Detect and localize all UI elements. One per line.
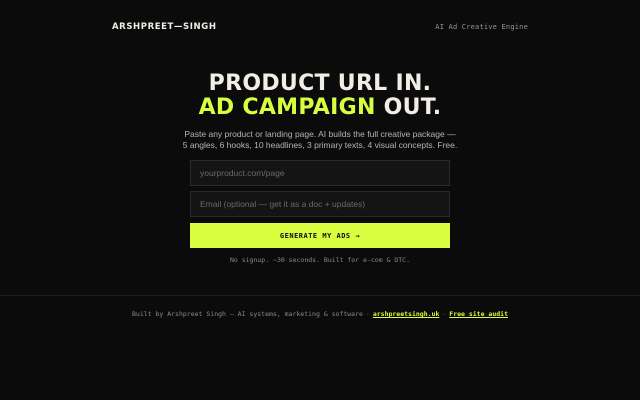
subtitle-line-2: 5 angles, 6 hooks, 10 headlines, 3 prima… bbox=[182, 140, 458, 150]
product-url-input[interactable] bbox=[190, 160, 450, 186]
footer: Built by Arshpreet Singh — AI systems, m… bbox=[0, 310, 640, 318]
footer-separator: · bbox=[365, 310, 370, 318]
headline-line-1: PRODUCT URL IN. bbox=[208, 71, 432, 96]
email-input[interactable] bbox=[190, 191, 450, 217]
form-note: No signup. ~30 seconds. Built for e-com … bbox=[229, 256, 410, 264]
generate-form: GENERATE MY ADS → No signup. ~30 seconds… bbox=[190, 160, 450, 264]
subtitle-line-1: Paste any product or landing page. AI bu… bbox=[184, 129, 456, 139]
hero-section: PRODUCT URL IN. AD CAMPAIGN OUT. Paste a… bbox=[0, 72, 640, 151]
hero-subtitle: Paste any product or landing page. AI bu… bbox=[0, 129, 640, 151]
footer-audit-link[interactable]: Free site audit bbox=[449, 310, 508, 318]
footer-divider bbox=[0, 295, 640, 296]
brand-logo[interactable]: ARSHPREET—SINGH bbox=[112, 22, 217, 32]
footer-site-link[interactable]: arshpreetsingh.uk bbox=[373, 310, 440, 318]
top-bar: ARSHPREET—SINGH AI Ad Creative Engine bbox=[0, 0, 640, 56]
headline-accent: AD CAMPAIGN bbox=[198, 95, 376, 120]
header-tagline: AI Ad Creative Engine bbox=[435, 23, 528, 31]
footer-credit: Built by Arshpreet Singh — AI systems, m… bbox=[132, 310, 363, 318]
page-title: PRODUCT URL IN. AD CAMPAIGN OUT. bbox=[0, 72, 640, 120]
generate-ads-button[interactable]: GENERATE MY ADS → bbox=[190, 223, 450, 248]
footer-separator: · bbox=[442, 310, 447, 318]
headline-line-2-end: OUT. bbox=[375, 95, 442, 120]
